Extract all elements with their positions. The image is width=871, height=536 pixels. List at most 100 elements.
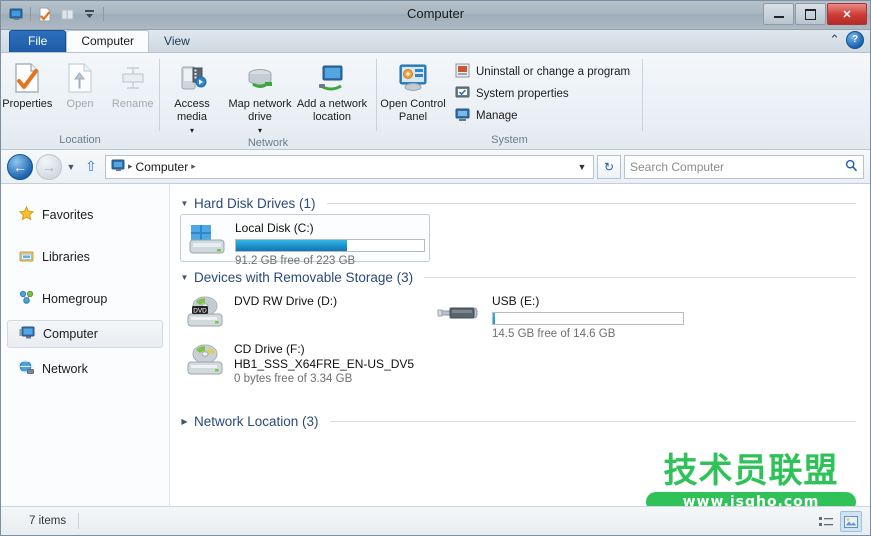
breadcrumb-separator-2[interactable]: ▸: [191, 161, 196, 172]
ribbon-tabs: File Computer View ⌃ ?: [1, 30, 870, 53]
ribbon-group-network: Access media ▾ Map network drive ▾ Add a…: [160, 53, 376, 149]
chevron-down-icon[interactable]: ▾: [190, 124, 194, 137]
section-tiles: DVD DVD RW Drive (D:) USB (E:) 14.5 GB f…: [180, 288, 860, 396]
uninstall-program-button[interactable]: Uninstall or change a program: [455, 63, 630, 81]
help-icon[interactable]: ?: [846, 31, 864, 49]
breadcrumb[interactable]: ▸ Computer ▸ ▼: [105, 154, 594, 179]
libraries-icon: [19, 249, 34, 266]
properties-button[interactable]: Properties: [1, 59, 54, 111]
map-network-drive-icon: [243, 61, 277, 95]
drive-tile-local-disk-c[interactable]: Local Disk (C:) 91.2 GB free of 223 GB: [180, 214, 430, 267]
sidebar-item-network[interactable]: Network: [1, 348, 169, 390]
up-button[interactable]: ⇧: [80, 156, 102, 178]
access-media-button[interactable]: Access media ▾: [160, 59, 224, 137]
collapse-triangle-icon[interactable]: ▼: [180, 199, 189, 208]
ribbon: Properties Open Rename Location Access m…: [1, 53, 870, 150]
drive-tile-usb-e[interactable]: USB (E:) 14.5 GB free of 14.6 GB: [430, 288, 730, 340]
capacity-bar: [235, 239, 425, 252]
drive-tile-dvd-rw-d[interactable]: DVD DVD RW Drive (D:): [180, 288, 430, 336]
details-view-icon[interactable]: [816, 512, 836, 531]
drive-name: CD Drive (F:): [234, 342, 305, 356]
sidebar-item-favorites[interactable]: Favorites: [1, 194, 169, 236]
search-input[interactable]: Search Computer: [624, 154, 864, 179]
tab-view[interactable]: View: [149, 30, 205, 52]
forward-button[interactable]: →: [36, 153, 62, 180]
drive-info: Local Disk (C:) 91.2 GB free of 223 GB: [235, 219, 425, 269]
rename-label: Rename: [111, 98, 154, 110]
collapse-triangle-icon[interactable]: ▼: [180, 273, 189, 282]
back-button[interactable]: ←: [7, 153, 33, 180]
history-dropdown-icon[interactable]: ▼: [65, 162, 77, 172]
section-network-location: ▶ Network Location (3): [180, 410, 860, 432]
expand-triangle-icon[interactable]: ▶: [180, 417, 189, 426]
dvd-drive-icon: DVD: [184, 292, 228, 334]
add-network-location-label: Add a network location: [296, 98, 368, 123]
status-divider: [78, 513, 80, 529]
system-small-buttons: Uninstall or change a program System pro…: [449, 59, 630, 125]
maximize-button[interactable]: [795, 3, 826, 25]
drive-volume-label: HB1_SSS_X64FRE_EN-US_DV5: [234, 357, 415, 371]
status-bar: 7 items: [1, 506, 870, 535]
sidebar-item-label: Libraries: [42, 250, 90, 264]
add-network-location-button[interactable]: Add a network location: [296, 59, 368, 124]
rename-button[interactable]: Rename: [106, 59, 159, 111]
address-bar: ← → ▼ ⇧ ▸ Computer ▸ ▼ ↻ Search Computer: [1, 150, 870, 184]
capacity-bar: [492, 312, 684, 325]
uninstall-program-icon: [455, 63, 470, 81]
breadcrumb-dropdown-icon[interactable]: ▼: [575, 162, 589, 172]
capacity-bar-fill: [236, 240, 347, 251]
add-network-location-icon: [315, 61, 349, 95]
system-properties-button[interactable]: System properties: [455, 85, 630, 103]
open-icon: [65, 61, 95, 95]
ribbon-group-network-title: Network: [247, 137, 289, 149]
large-icons-view-icon[interactable]: [840, 511, 862, 532]
breadcrumb-separator: ▸: [128, 161, 133, 171]
item-count-label: 7 items: [29, 515, 67, 527]
drive-info: USB (E:) 14.5 GB free of 14.6 GB: [492, 292, 726, 342]
drive-name: DVD RW Drive (D:): [234, 294, 338, 308]
map-network-drive-button[interactable]: Map network drive ▾: [224, 59, 296, 137]
drive-name: USB (E:): [492, 294, 540, 308]
collapse-ribbon-icon[interactable]: ⌃: [829, 32, 840, 48]
drive-info: DVD RW Drive (D:): [234, 292, 426, 309]
close-button[interactable]: ✕: [827, 3, 867, 25]
minimize-button[interactable]: [763, 3, 794, 25]
open-control-panel-label: Open Control Panel: [380, 98, 446, 123]
tab-file[interactable]: File: [9, 30, 67, 52]
content-area: Favorites Libraries Homegroup Computer N…: [1, 184, 870, 506]
search-placeholder: Search Computer: [630, 159, 725, 174]
refresh-button[interactable]: ↻: [597, 154, 621, 179]
search-icon[interactable]: [845, 159, 858, 175]
ribbon-group-system-title: System: [491, 134, 528, 146]
computer-icon: [110, 159, 125, 175]
computer-icon: [19, 326, 35, 343]
section-header[interactable]: ▶ Network Location (3): [180, 410, 860, 432]
open-button[interactable]: Open: [54, 59, 107, 111]
sidebar-item-label: Favorites: [42, 208, 94, 222]
section-rule: [424, 276, 856, 278]
open-control-panel-button[interactable]: Open Control Panel: [377, 59, 449, 124]
drive-tile-cd-f[interactable]: CD Drive (F:) HB1_SSS_X64FRE_EN-US_DV5 0…: [180, 336, 430, 396]
sidebar-item-computer[interactable]: Computer: [7, 320, 163, 348]
section-header[interactable]: ▼ Hard Disk Drives (1): [180, 192, 860, 214]
section-title: Hard Disk Drives (1): [194, 195, 316, 211]
manage-icon: [455, 107, 470, 125]
title-bar: Computer ✕: [1, 1, 870, 30]
ribbon-divider-3: [642, 59, 643, 131]
drive-capacity-text: 14.5 GB free of 14.6 GB: [492, 328, 616, 340]
map-network-drive-label: Map network drive: [228, 98, 292, 123]
access-media-icon: [176, 61, 208, 95]
breadcrumb-item-computer[interactable]: Computer: [136, 160, 189, 174]
properties-icon: [12, 61, 42, 95]
chevron-down-icon[interactable]: ▾: [258, 124, 262, 137]
watermark-title: 技术员联盟: [663, 451, 839, 491]
sidebar-item-libraries[interactable]: Libraries: [1, 236, 169, 278]
sidebar-item-label: Network: [42, 362, 88, 376]
manage-button[interactable]: Manage: [455, 107, 630, 125]
file-list-pane[interactable]: ▼ Hard Disk Drives (1) Local Disk (C:) 9…: [170, 184, 870, 506]
tab-computer[interactable]: Computer: [66, 30, 150, 52]
open-label: Open: [66, 98, 94, 110]
sidebar-item-homegroup[interactable]: Homegroup: [1, 278, 169, 320]
section-header[interactable]: ▼ Devices with Removable Storage (3): [180, 266, 860, 288]
svg-text:DVD: DVD: [193, 308, 207, 315]
